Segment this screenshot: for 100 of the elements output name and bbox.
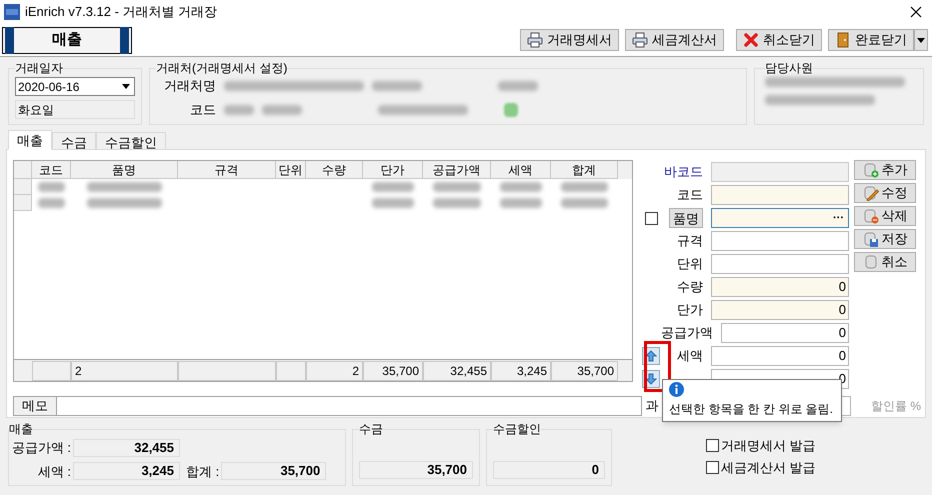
tab[interactable]: 수금 (52, 132, 96, 150)
banner-cap (120, 26, 129, 54)
blurred-text (433, 198, 481, 208)
field-label: 단위 (677, 255, 703, 274)
info-icon (669, 382, 684, 397)
action-button[interactable]: 추가 (854, 160, 916, 180)
blurred-text (561, 198, 608, 208)
app-logo-icon (4, 4, 20, 20)
pencil-icon (862, 185, 878, 201)
printer-icon (527, 32, 543, 48)
summary-cell: 35,700 (363, 360, 423, 380)
column-header: 코드 (32, 161, 71, 179)
window-title: iEnrich v7.3.12 - 거래처별 거래장 (25, 3, 218, 22)
floppy-disk-icon (862, 231, 878, 247)
input-field[interactable] (711, 185, 849, 205)
field-label: 코드 (189, 101, 216, 120)
input-field[interactable] (711, 231, 849, 251)
close-icon (910, 6, 922, 18)
blurred-text (433, 182, 481, 192)
tab[interactable]: 매출 (8, 130, 52, 150)
input-field[interactable]: 0 (711, 300, 849, 320)
input-field[interactable]: 0 (711, 277, 849, 297)
blurred-text (372, 182, 414, 192)
blurred-text (38, 198, 65, 208)
column-header: 수량 (306, 161, 363, 179)
action-button[interactable]: 삭제 (854, 206, 916, 226)
field-label: 바코드 (664, 163, 703, 182)
checkbox[interactable] (644, 212, 658, 224)
printer-icon (632, 32, 648, 48)
tab[interactable]: 수금할인 (96, 132, 166, 150)
field-label: 단가 (677, 301, 703, 320)
caret-icon (122, 84, 130, 89)
summary-cell: 35,700 (551, 360, 618, 380)
memo-label: 메모 (13, 396, 57, 416)
field-value: 0 (838, 301, 846, 320)
input-field[interactable]: 0 (711, 346, 849, 366)
close-icon (743, 32, 759, 48)
summary-cell: 2 (306, 360, 363, 380)
door-icon (835, 32, 851, 48)
blurred-text (372, 81, 422, 91)
field-label: 공급가액 : (10, 439, 71, 457)
field-value: 0 (838, 347, 846, 366)
column-header: 합계 (551, 161, 618, 179)
toolbar-button[interactable]: 세금계산서 (625, 29, 724, 51)
date-picker[interactable]: 2020-06-16 (15, 77, 135, 96)
cylinder-remove-icon (862, 208, 878, 224)
column-header: 단위 (276, 161, 306, 179)
value-field: 35,700 (221, 462, 326, 480)
field-label: 공급가액 (661, 324, 714, 342)
group-title: 수금할인 (493, 421, 541, 438)
action-button[interactable]: 취소 (854, 252, 916, 272)
banner-title: 매출 (52, 30, 82, 50)
date-value: 2020-06-16 (18, 78, 80, 96)
arrow-up-icon (645, 350, 657, 362)
input-field[interactable] (711, 254, 849, 274)
arrow-down-icon (645, 373, 657, 385)
toolbar-button[interactable]: 거래명세서 (520, 29, 619, 51)
column-header: 공급가액 (423, 161, 491, 179)
group-title: 담당사원 (765, 60, 813, 77)
tooltip-text: 선택한 항목을 한 칸 위로 올림. (669, 401, 834, 418)
group-title: 거래일자 (15, 60, 63, 77)
summary-cell: 3,245 (491, 360, 551, 380)
caret-icon (917, 38, 925, 42)
field-label: 코드 (677, 186, 703, 204)
dropdown-button[interactable] (914, 29, 928, 51)
close-button[interactable] (908, 4, 924, 20)
toolbar-button[interactable]: 취소닫기 (736, 29, 822, 51)
field-label: 수량 (677, 278, 703, 296)
action-button[interactable]: 수정 (854, 183, 916, 203)
summary-cell (32, 360, 71, 380)
banner-cap (5, 26, 14, 54)
field-label: 세액 : (36, 462, 71, 480)
summary-cell: 2 (71, 360, 178, 380)
action-button[interactable]: 저장 (854, 229, 916, 249)
blurred-text (498, 81, 538, 91)
weekday-field: 화요일 (15, 100, 135, 119)
blurred-text (500, 198, 542, 208)
checkbox[interactable] (706, 439, 719, 452)
checkbox[interactable] (706, 460, 719, 474)
cylinder-icon (862, 254, 878, 270)
value-field: 0 (493, 461, 605, 479)
cylinder-add-icon (862, 162, 878, 178)
input-field[interactable]: 0 (721, 323, 849, 343)
checkbox-label: 거래명세서 발급 (721, 437, 816, 455)
blurred-text (224, 105, 254, 115)
summary-cell: 32,455 (423, 360, 491, 380)
ellipsis-button[interactable]: ··· (831, 210, 846, 226)
item-name-button[interactable]: 품명 (669, 208, 703, 228)
value-field: 3,245 (73, 462, 180, 480)
input-field[interactable] (711, 162, 849, 182)
toolbar-button[interactable]: 완료닫기 (828, 29, 914, 51)
checkbox-label: 세금계산서 발급 (721, 458, 816, 476)
group-title: 거래처(거래명세서 설정) (156, 60, 288, 77)
input-field[interactable]: ··· (711, 208, 849, 228)
field-label: 규격 (677, 232, 703, 250)
memo-field[interactable] (56, 396, 642, 416)
field-value: 0 (838, 324, 846, 342)
group-title: 수금 (359, 421, 383, 438)
summary-cell (276, 360, 306, 380)
value-field: 32,455 (73, 438, 180, 457)
